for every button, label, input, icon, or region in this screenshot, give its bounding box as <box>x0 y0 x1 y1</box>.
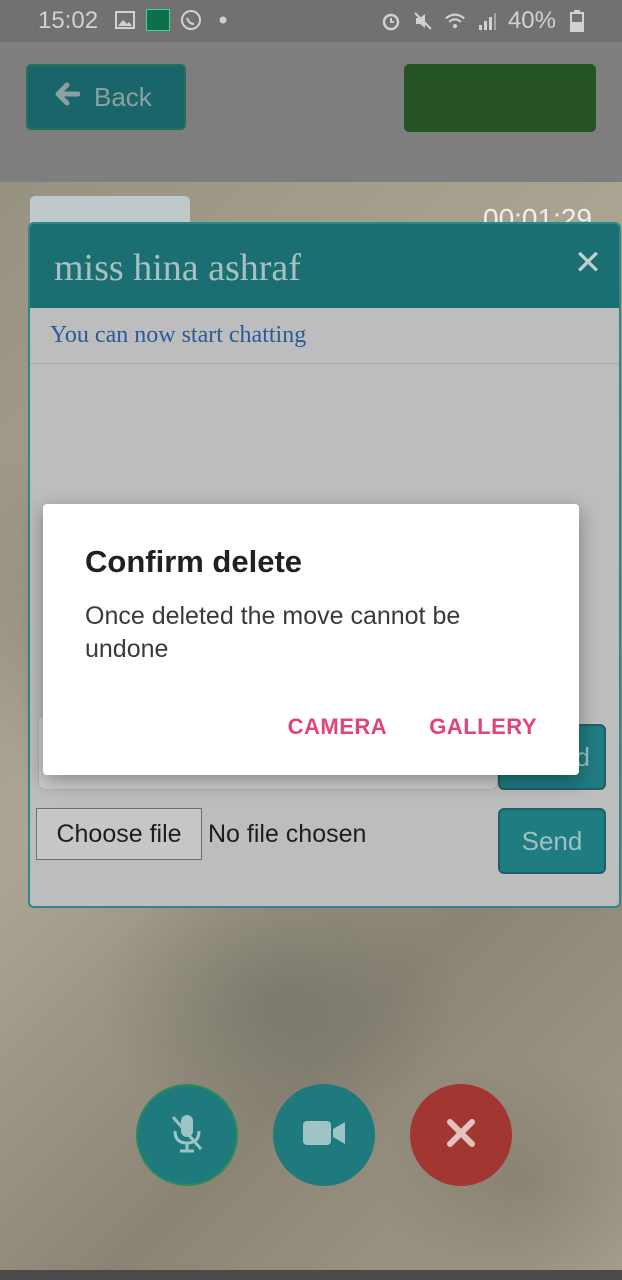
dialog-actions: CAMERA GALLERY <box>288 714 537 740</box>
chat-status-text: You can now start chatting <box>30 308 619 364</box>
chat-header: miss hina ashraf ✕ <box>30 224 619 308</box>
dialog-message: Once deleted the move cannot be undone <box>85 602 461 663</box>
camera-button[interactable]: CAMERA <box>288 714 388 740</box>
send-file-button[interactable]: Send <box>498 808 606 874</box>
end-call-button[interactable] <box>410 1084 512 1186</box>
choose-file-button[interactable]: Choose file <box>36 808 202 860</box>
mic-off-icon <box>167 1111 207 1160</box>
no-file-text: No file chosen <box>208 819 367 848</box>
dialog-title: Confirm delete <box>85 544 303 579</box>
confirm-delete-dialog: Confirm delete Once deleted the move can… <box>43 504 579 775</box>
gallery-button[interactable]: GALLERY <box>429 714 537 740</box>
chat-title: miss hina ashraf <box>54 247 301 289</box>
system-nav-bar <box>0 1270 622 1280</box>
file-picker: Choose file No file chosen <box>36 808 366 860</box>
toggle-video-button[interactable] <box>273 1084 375 1186</box>
video-camera-icon <box>301 1117 347 1154</box>
mute-mic-button[interactable] <box>136 1084 238 1186</box>
close-chat-icon[interactable]: ✕ <box>573 246 603 280</box>
close-icon <box>446 1118 476 1153</box>
